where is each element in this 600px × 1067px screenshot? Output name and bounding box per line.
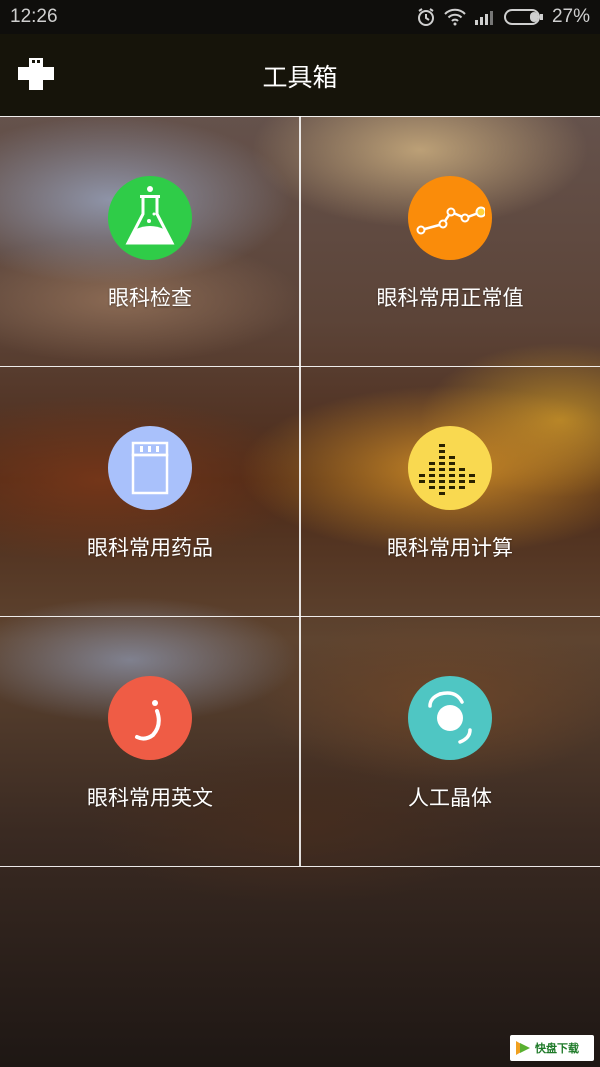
equalizer-icon — [408, 426, 492, 510]
page-title: 工具箱 — [262, 63, 338, 92]
lens-icon — [408, 676, 492, 760]
status-bar: 12:26 27% — [0, 0, 600, 34]
flask-icon — [108, 176, 192, 260]
grid-divider — [0, 366, 600, 367]
app-bar: 工具箱 — [0, 34, 600, 116]
battery-icon — [503, 8, 544, 26]
line-chart-icon — [408, 176, 492, 260]
grid-divider — [0, 616, 600, 617]
medicine-bottle-icon — [108, 426, 192, 510]
tool-label: 眼科常用正常值 — [376, 286, 524, 310]
letter-icon — [108, 676, 192, 760]
tool-eye-exam[interactable]: 眼科检查 — [0, 116, 300, 366]
tool-label: 眼科检查 — [108, 286, 192, 310]
tool-common-drugs[interactable]: 眼科常用药品 — [0, 366, 300, 616]
watermark-logo: 快盘下载 — [510, 1035, 594, 1061]
wifi-icon — [444, 8, 466, 26]
tool-intraocular-lens[interactable]: 人工晶体 — [300, 616, 600, 866]
grid-divider-vertical — [299, 116, 301, 866]
watermark-text: 快盘下载 — [535, 1042, 579, 1055]
tool-normal-values[interactable]: 眼科常用正常值 — [300, 116, 600, 366]
tool-label: 人工晶体 — [408, 786, 492, 810]
status-time: 12:26 — [10, 6, 58, 27]
tool-common-english[interactable]: 眼科常用英文 — [0, 616, 300, 866]
tool-label: 眼科常用药品 — [87, 536, 213, 560]
grid-divider — [0, 116, 600, 117]
watermark-icon — [516, 1041, 530, 1055]
tool-label: 眼科常用英文 — [87, 786, 213, 810]
battery-percent: 27% — [551, 6, 590, 27]
alarm-icon — [416, 7, 436, 27]
tool-label: 眼科常用计算 — [387, 536, 513, 560]
signal-icon — [474, 9, 496, 25]
grid-divider — [0, 866, 600, 867]
tool-calculations[interactable]: 眼科常用计算 — [300, 366, 600, 616]
